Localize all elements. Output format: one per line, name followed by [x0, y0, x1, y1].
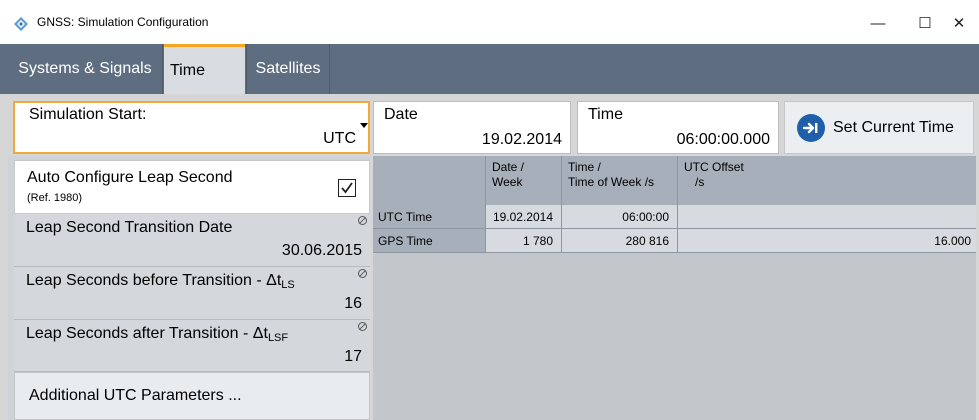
- header-date-line2: Week: [492, 175, 523, 189]
- leap-seconds-before-transition[interactable]: Leap Seconds before Transition - ΔtLS 16: [14, 267, 370, 320]
- row-time[interactable]: 280 816: [562, 229, 678, 253]
- leap-second-transition-date[interactable]: Leap Second Transition Date 30.06.2015: [14, 214, 370, 267]
- simulation-start-label: Simulation Start:: [29, 106, 147, 123]
- header-time-of-week: Time / Time of Week /s: [562, 156, 678, 205]
- header-date-week: Date / Week: [486, 156, 562, 205]
- row-utc-offset[interactable]: [678, 205, 976, 229]
- row-date[interactable]: 19.02.2014: [486, 205, 562, 229]
- read-only-icon: [358, 322, 367, 331]
- date-value: 19.02.2014: [481, 131, 562, 148]
- set-current-time-button[interactable]: Set Current Time: [784, 101, 974, 154]
- tab-time[interactable]: Time: [164, 44, 245, 94]
- arrow-right-circle-icon: [797, 113, 825, 142]
- header-date-line1: Date /: [492, 160, 525, 174]
- row-name: GPS Time: [373, 229, 486, 253]
- header-utc-line1: UTC Offset: [684, 160, 744, 174]
- leap-second-settings: Auto Configure Leap Second (Ref. 1980) L…: [8, 156, 370, 420]
- leap-before-value: 16: [344, 295, 362, 312]
- time-field[interactable]: Time 06:00:00.000: [577, 101, 779, 154]
- read-only-icon: [358, 269, 367, 278]
- auto-configure-label: Auto Configure Leap Second: [27, 169, 233, 186]
- minimize-button[interactable]: —: [858, 8, 898, 38]
- simulation-start-value: UTC: [323, 130, 356, 147]
- window-title: GNSS: Simulation Configuration: [37, 15, 209, 29]
- tab-satellites[interactable]: Satellites: [246, 44, 330, 94]
- app-logo-icon: [13, 16, 29, 32]
- set-current-time-label: Set Current Time: [833, 118, 954, 136]
- row-date[interactable]: 1 780: [486, 229, 562, 253]
- transition-date-label: Leap Second Transition Date: [26, 219, 233, 236]
- date-label: Date: [384, 106, 418, 123]
- read-only-icon: [358, 216, 367, 225]
- row-utc-offset[interactable]: 16.000: [678, 229, 976, 253]
- leap-after-label: Leap Seconds after Transition - ΔtLSF: [26, 325, 289, 344]
- time-label: Time: [588, 106, 623, 123]
- header-time-line2: Time of Week /s: [568, 175, 655, 189]
- title-bar: GNSS: Simulation Configuration — ☐ ✕: [0, 0, 979, 46]
- simulation-start-dropdown[interactable]: Simulation Start: UTC: [13, 101, 370, 154]
- leap-after-value: 17: [344, 348, 362, 365]
- additional-utc-parameters-button[interactable]: Additional UTC Parameters ...: [14, 372, 370, 420]
- time-value: 06:00:00.000: [676, 131, 770, 148]
- checkmark-icon: [341, 182, 353, 194]
- tab-bar: Systems & Signals Time Satellites: [0, 44, 979, 94]
- time-table: Date / Week Time / Time of Week /s UTC O…: [373, 156, 976, 420]
- chevron-down-icon: [360, 123, 368, 128]
- auto-configure-ref: (Ref. 1980): [27, 192, 83, 204]
- tab-systems-signals[interactable]: Systems & Signals: [8, 44, 163, 94]
- table-row[interactable]: UTC Time 19.02.2014 06:00:00: [373, 205, 976, 229]
- header-corner: [373, 156, 486, 205]
- close-button[interactable]: ✕: [939, 8, 979, 38]
- date-field[interactable]: Date 19.02.2014: [373, 101, 571, 154]
- leap-seconds-after-transition[interactable]: Leap Seconds after Transition - ΔtLSF 17: [14, 320, 370, 372]
- header-time-line1: Time /: [568, 160, 601, 174]
- row-time[interactable]: 06:00:00: [562, 205, 678, 229]
- auto-configure-leap-second[interactable]: Auto Configure Leap Second (Ref. 1980): [14, 160, 370, 214]
- leap-before-label: Leap Seconds before Transition - ΔtLS: [26, 272, 295, 291]
- table-row[interactable]: GPS Time 1 780 280 816 16.000: [373, 229, 976, 253]
- header-utc-offset: UTC Offset /s: [678, 156, 976, 205]
- transition-date-value: 30.06.2015: [281, 242, 362, 259]
- auto-configure-checkbox[interactable]: [338, 179, 356, 197]
- header-utc-line2: /s: [695, 175, 705, 189]
- row-name: UTC Time: [373, 205, 486, 229]
- additional-utc-label: Additional UTC Parameters ...: [29, 387, 242, 404]
- simulation-configuration-window: GNSS: Simulation Configuration — ☐ ✕ Sys…: [0, 0, 979, 420]
